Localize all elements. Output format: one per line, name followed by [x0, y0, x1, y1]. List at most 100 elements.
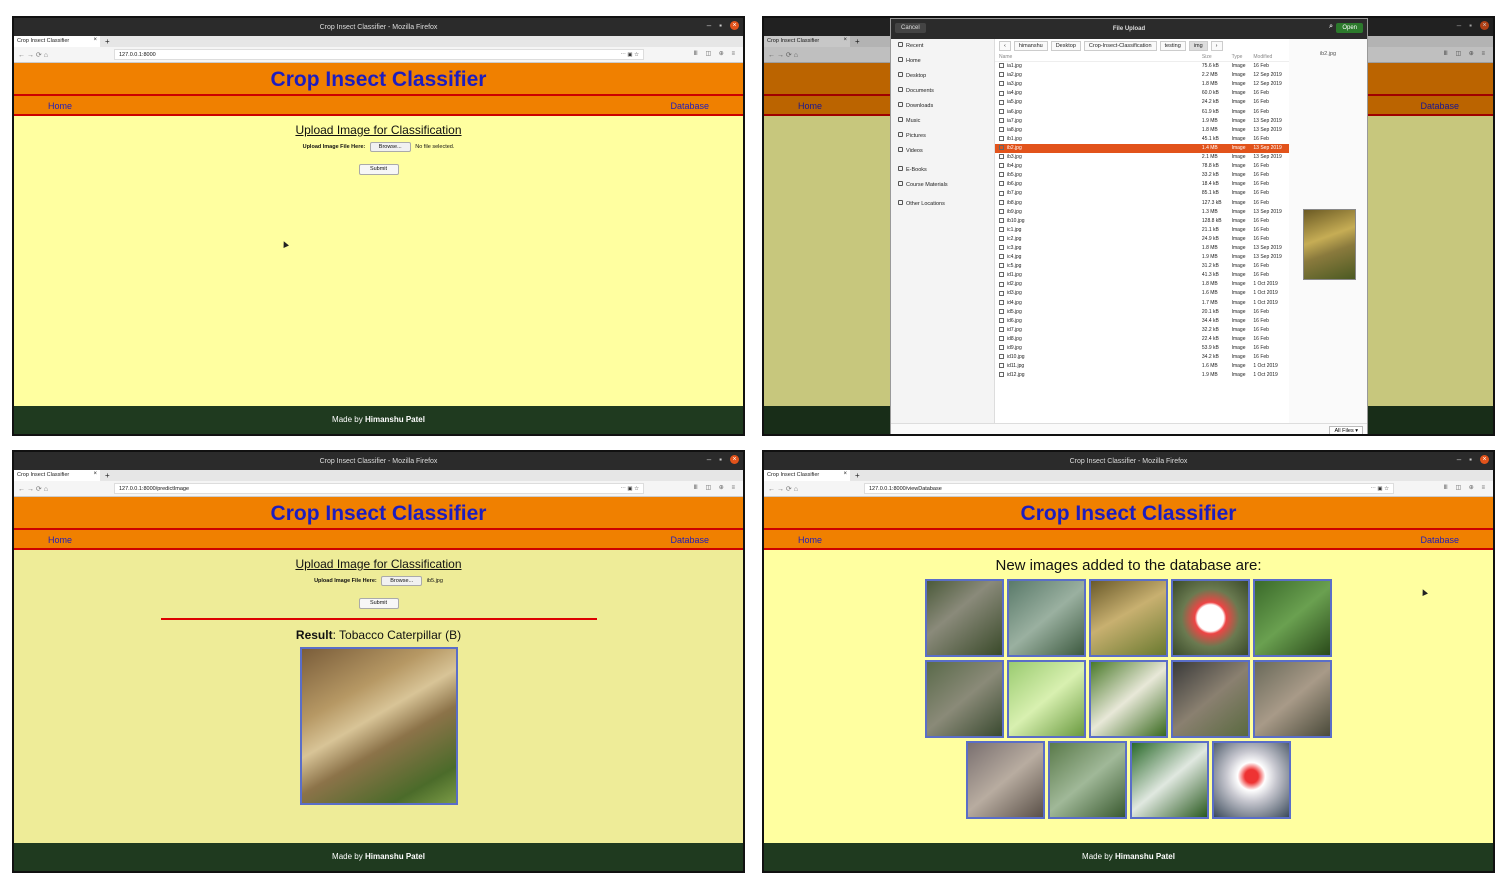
toolbar-icons[interactable]: Ⅲ ◫ ⊕ ≡ — [1444, 484, 1488, 491]
minimize-button[interactable]: – — [707, 21, 711, 30]
breadcrumb-item[interactable]: himanshu — [1013, 41, 1048, 51]
maximize-button[interactable]: ▪ — [1469, 455, 1472, 464]
maximize-button[interactable]: ▪ — [719, 455, 722, 464]
file-row[interactable]: id8.jpg 22.4 kB Image 16 Feb — [995, 335, 1289, 344]
file-row[interactable]: id2.jpg 1.8 MB Image 1 Oct 2019 — [995, 280, 1289, 289]
breadcrumb-item[interactable]: testing — [1159, 41, 1186, 51]
file-row[interactable]: ic1.jpg 21.1 kB Image 16 Feb — [995, 226, 1289, 235]
file-row[interactable]: ib6.jpg 18.4 kB Image 16 Feb — [995, 180, 1289, 189]
file-row[interactable]: id1.jpg 41.3 kB Image 16 Feb — [995, 271, 1289, 280]
nav-database-link[interactable]: Database — [1420, 535, 1459, 545]
file-row[interactable]: id3.jpg 1.6 MB Image 1 Oct 2019 — [995, 289, 1289, 298]
file-row[interactable]: ia5.jpg 24.2 kB Image 16 Feb — [995, 98, 1289, 107]
url-bar[interactable]: 127.0.0.1:8000 ⋯ ▣ ☆ — [114, 49, 644, 60]
close-button[interactable]: × — [1480, 455, 1489, 464]
submit-button[interactable]: Submit — [358, 598, 399, 609]
file-row[interactable]: ia1.jpg 75.6 kB Image 16 Feb — [995, 62, 1289, 71]
file-row[interactable]: ic2.jpg 24.9 kB Image 16 Feb — [995, 235, 1289, 244]
toolbar-icons[interactable]: Ⅲ ◫ ⊕ ≡ — [694, 50, 738, 57]
breadcrumb-item[interactable]: Crop-Insect-Classification — [1083, 41, 1157, 51]
new-tab-button[interactable]: + — [100, 37, 115, 47]
search-icon[interactable]: ⌕ — [1329, 23, 1333, 31]
sidebar-item-course-materials[interactable]: Course Materials — [891, 178, 994, 193]
tab-close-icon[interactable]: × — [93, 37, 97, 43]
sidebar-item-documents[interactable]: Documents — [891, 84, 994, 99]
nav-buttons[interactable]: ← → ⟳ ⌂ — [18, 51, 48, 59]
col-type[interactable]: Type — [1232, 53, 1254, 61]
file-row[interactable]: ia2.jpg 2.2 MB Image 12 Sep 2019 — [995, 71, 1289, 80]
minimize-button[interactable]: – — [707, 455, 711, 464]
nav-database-link[interactable]: Database — [670, 101, 709, 111]
col-modified[interactable]: Modified — [1253, 53, 1289, 61]
file-row[interactable]: id10.jpg 34.2 kB Image 16 Feb — [995, 353, 1289, 362]
breadcrumb-item[interactable]: Desktop — [1050, 41, 1081, 51]
nav-home-link[interactable]: Home — [48, 101, 72, 111]
file-row[interactable]: ia7.jpg 1.9 MB Image 13 Sep 2019 — [995, 117, 1289, 126]
file-row[interactable]: ib8.jpg 127.3 kB Image 16 Feb — [995, 199, 1289, 208]
url-actions-icon[interactable]: ⋯ ▣ ☆ — [620, 52, 639, 58]
browse-button[interactable]: Browse... — [369, 142, 411, 152]
file-row[interactable]: ib2.jpg 1.4 MB Image 13 Sep 2019 — [995, 143, 1289, 154]
sidebar-item-e-books[interactable]: E-Books — [891, 163, 994, 178]
nav-home-link[interactable]: Home — [48, 535, 72, 545]
file-row[interactable]: ia3.jpg 1.8 MB Image 12 Sep 2019 — [995, 80, 1289, 89]
file-row[interactable]: ia8.jpg 1.8 MB Image 13 Sep 2019 — [995, 126, 1289, 135]
file-row[interactable]: ib7.jpg 85.1 kB Image 16 Feb — [995, 189, 1289, 198]
close-button[interactable]: × — [730, 21, 739, 30]
tab-close-icon[interactable]: × — [843, 471, 847, 477]
maximize-button[interactable]: ▪ — [719, 21, 722, 30]
file-row[interactable]: id4.jpg 1.7 MB Image 1 Oct 2019 — [995, 299, 1289, 308]
url-actions-icon[interactable]: ⋯ ▣ ☆ — [620, 486, 639, 492]
close-button[interactable]: × — [730, 455, 739, 464]
file-row[interactable]: id9.jpg 53.9 kB Image 16 Feb — [995, 344, 1289, 353]
file-row[interactable]: ia4.jpg 60.0 kB Image 16 Feb — [995, 89, 1289, 98]
tab-close-icon[interactable]: × — [93, 471, 97, 477]
file-row[interactable]: id7.jpg 32.2 kB Image 16 Feb — [995, 326, 1289, 335]
sidebar-item-recent[interactable]: Recent — [891, 39, 994, 54]
nav-home-link[interactable]: Home — [798, 535, 822, 545]
file-row[interactable]: ia6.jpg 61.9 kB Image 16 Feb — [995, 108, 1289, 117]
file-filter-dropdown[interactable]: All Files ▾ — [1329, 426, 1363, 434]
col-size[interactable]: Size — [1202, 53, 1232, 61]
crumb-back-button[interactable]: ‹ — [999, 41, 1011, 51]
dialog-cancel-button[interactable]: Cancel — [895, 23, 926, 33]
file-row[interactable]: ib5.jpg 33.2 kB Image 16 Feb — [995, 171, 1289, 180]
nav-buttons[interactable]: ← → ⟳ ⌂ — [18, 485, 48, 493]
sidebar-item-videos[interactable]: Videos — [891, 144, 994, 159]
browser-tab[interactable]: Crop Insect Classifier × — [764, 470, 850, 481]
url-bar[interactable]: 127.0.0.1:8000/viewDatabase ⋯ ▣ ☆ — [864, 483, 1394, 494]
file-row[interactable]: ib3.jpg 2.1 MB Image 13 Sep 2019 — [995, 153, 1289, 162]
submit-button[interactable]: Submit — [358, 164, 399, 175]
sidebar-item-home[interactable]: Home — [891, 54, 994, 69]
toolbar-icons[interactable]: Ⅲ ◫ ⊕ ≡ — [694, 484, 738, 491]
file-row[interactable]: ib9.jpg 1.3 MB Image 13 Sep 2019 — [995, 208, 1289, 217]
file-row[interactable]: ib10.jpg 128.8 kB Image 16 Feb — [995, 217, 1289, 226]
url-actions-icon[interactable]: ⋯ ▣ ☆ — [1370, 486, 1389, 492]
file-row[interactable]: id5.jpg 20.1 kB Image 16 Feb — [995, 308, 1289, 317]
file-row[interactable]: ic3.jpg 1.8 MB Image 13 Sep 2019 — [995, 244, 1289, 253]
file-row[interactable]: id12.jpg 1.9 MB Image 1 Oct 2019 — [995, 371, 1289, 380]
nav-database-link[interactable]: Database — [670, 535, 709, 545]
new-tab-button[interactable]: + — [100, 471, 115, 481]
file-row[interactable]: ib1.jpg 45.1 kB Image 16 Feb — [995, 135, 1289, 144]
nav-buttons[interactable]: ← → ⟳ ⌂ — [768, 485, 798, 493]
file-row[interactable]: id11.jpg 1.6 MB Image 1 Oct 2019 — [995, 362, 1289, 371]
sidebar-item-desktop[interactable]: Desktop — [891, 69, 994, 84]
sidebar-item-pictures[interactable]: Pictures — [891, 129, 994, 144]
url-bar[interactable]: 127.0.0.1:8000/predictImage ⋯ ▣ ☆ — [114, 483, 644, 494]
new-tab-button[interactable]: + — [850, 471, 865, 481]
crumb-forward-button[interactable]: › — [1210, 41, 1223, 51]
col-name[interactable]: Name — [999, 53, 1202, 61]
sidebar-item-other-locations[interactable]: Other Locations — [891, 197, 994, 212]
browse-button[interactable]: Browse... — [381, 576, 423, 586]
dialog-open-button[interactable]: Open — [1336, 23, 1363, 33]
file-row[interactable]: ic5.jpg 31.2 kB Image 16 Feb — [995, 262, 1289, 271]
browser-tab[interactable]: Crop Insect Classifier × — [14, 36, 100, 47]
minimize-button[interactable]: – — [1457, 455, 1461, 464]
file-row[interactable]: id6.jpg 34.4 kB Image 16 Feb — [995, 317, 1289, 326]
sidebar-item-music[interactable]: Music — [891, 114, 994, 129]
sidebar-item-downloads[interactable]: Downloads — [891, 99, 994, 114]
file-row[interactable]: ib4.jpg 78.8 kB Image 16 Feb — [995, 162, 1289, 171]
file-row[interactable]: ic4.jpg 1.9 MB Image 13 Sep 2019 — [995, 253, 1289, 262]
browser-tab[interactable]: Crop Insect Classifier × — [14, 470, 100, 481]
